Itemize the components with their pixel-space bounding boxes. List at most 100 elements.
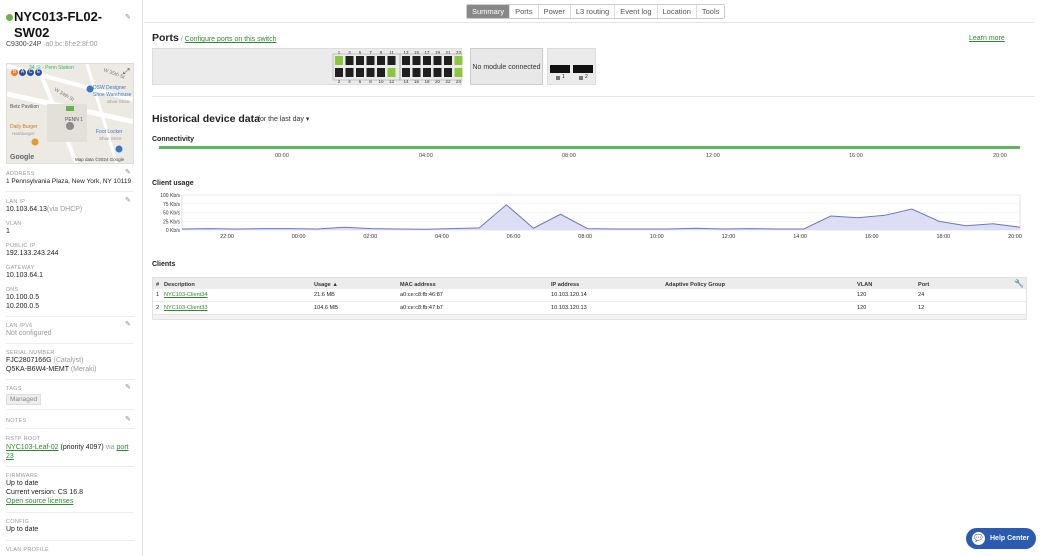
table-row[interactable]: 1 NYC103-Client34 21.6 MB a0:ce:c8:fb:46…	[153, 288, 1026, 301]
lan-ip-text: 10.103.64.13	[6, 206, 47, 213]
port-19	[433, 56, 442, 65]
cell-ip: 10.103.120.13	[551, 305, 587, 311]
rstp-port-number-link[interactable]: 23	[6, 453, 14, 460]
edit-address-icon[interactable]: ✎	[125, 168, 131, 176]
device-name: NYC013-FL02-SW02	[14, 9, 103, 40]
cell-vlan: 120	[857, 305, 867, 311]
help-center-button[interactable]: 💬 Help Center	[966, 528, 1036, 549]
map-label: DSW Designer	[93, 85, 127, 91]
y-tick-label: 50 Kb/s	[163, 211, 180, 217]
configure-ports-link[interactable]: Configure ports on this switch	[185, 36, 277, 43]
divider	[6, 191, 134, 192]
edit-notes-icon[interactable]: ✎	[125, 415, 131, 423]
axis-tick: 08:00	[562, 153, 576, 159]
map-label: PENN 1	[65, 117, 84, 123]
time-range-dropdown[interactable]: for the last day ▾	[258, 115, 309, 123]
x-tick-label: 16:00	[865, 234, 879, 240]
edit-name-icon[interactable]: ✎	[125, 13, 131, 21]
y-tick-label: 100 Kb/s	[160, 193, 180, 199]
port-18	[423, 68, 431, 77]
rstp-port-link[interactable]: port	[117, 444, 129, 451]
vlan-value: 1	[6, 228, 10, 235]
edit-lan-ip-icon[interactable]: ✎	[125, 196, 131, 204]
serial-2-text: Q5KA-B6W4-MEMT	[6, 366, 69, 373]
divider	[6, 379, 134, 380]
serial-1-note: (Catalyst)	[53, 357, 84, 364]
x-tick-label: 02:00	[363, 234, 377, 240]
edit-tags-icon[interactable]: ✎	[125, 383, 131, 391]
uplink-port-2	[573, 65, 593, 73]
lan-ip-note: (via DHCP)	[46, 206, 83, 213]
help-center-label: Help Center	[990, 535, 1030, 542]
ports-heading: Ports / Configure ports on this switch	[152, 32, 277, 44]
client-usage-chart: 100 Kb/s 75 Kb/s 50 Kb/s 25 Kb/s 0 Kb/s 22:00…	[160, 193, 1022, 240]
tab-l3-routing[interactable]: L3 routing	[570, 5, 616, 18]
penn-marker	[66, 122, 74, 130]
serial-1-text: FJC2807166G	[6, 357, 52, 364]
open-source-licenses-link[interactable]: Open source licenses	[6, 498, 73, 505]
axis-tick: 00:00	[275, 153, 289, 159]
cell-mac: a0:ce:c8:fb:47:b7	[400, 305, 443, 311]
uplink-num: 2	[585, 74, 588, 80]
rstp-value: NYC103-Leaf-02 (priority 4097) via port 2…	[6, 443, 134, 461]
lan-ipv6-value: Not configured	[6, 330, 52, 337]
section-divider	[152, 96, 1035, 97]
x-tick-label: 14:00	[793, 234, 807, 240]
dns-value-1: 10.100.0.5	[6, 294, 40, 301]
tag-badge[interactable]: Managed	[6, 394, 42, 405]
tab-tools[interactable]: Tools	[696, 5, 725, 18]
table-row[interactable]: 2 NYC103-Client33 104.6 MB a0:ce:c8:fb:4…	[153, 301, 1026, 314]
status-indicator	[6, 14, 13, 21]
public-ip-label: PUBLIC IP	[6, 243, 36, 249]
x-tick-label: 20:00	[1008, 234, 1022, 240]
tab-power[interactable]: Power	[538, 5, 571, 18]
transit-b-icon: B	[11, 69, 18, 76]
axis-tick: 16:00	[849, 153, 863, 159]
usage-area	[182, 204, 1020, 230]
port-15	[412, 56, 421, 65]
map-label: Betz Pavilion	[10, 104, 39, 110]
x-tick-label: 08:00	[578, 234, 592, 240]
tab-summary[interactable]: Summary	[467, 5, 511, 18]
divider	[6, 540, 134, 541]
port-21	[444, 56, 452, 65]
rstp-label: RSTP ROOT	[6, 436, 41, 442]
divider	[6, 466, 134, 467]
tab-event-log[interactable]: Event log	[615, 5, 658, 18]
cell-usage: 104.6 MB	[314, 305, 338, 311]
x-tick-label: 10:00	[650, 234, 664, 240]
port-4	[345, 68, 354, 77]
map-label: Foot Locker	[96, 129, 123, 135]
lan-ip-label: LAN IP	[6, 199, 26, 205]
x-tick-label: 18:00	[936, 234, 950, 240]
divider	[6, 428, 134, 429]
tab-location[interactable]: Location	[657, 5, 697, 18]
learn-more-link[interactable]: Learn more	[969, 35, 1005, 42]
tab-bar: Summary Ports Power L3 routing Event log…	[466, 4, 726, 19]
port-7	[366, 56, 375, 65]
lan-ipv6-label: LAN IPV6	[6, 323, 33, 329]
device-model: C9300-24P a0:bc:6f:e2:8f:00	[6, 41, 98, 48]
location-map[interactable]: B A C E 34 St - Penn Station W 35th St W…	[6, 63, 134, 164]
cell-client-link[interactable]: NYC103-Client33	[164, 302, 208, 315]
clients-table: # Description Usage ▲ MAC address IP add…	[152, 277, 1027, 320]
rstp-root-link[interactable]: NYC103-Leaf-02	[6, 444, 59, 451]
switch-faceplate: 1 2 3 4 5 6 7 8 9 10 11 12 13 14 15 16 17 18 19 20 21 22 23 24	[152, 48, 469, 85]
lan-ip-value: 10.103.64.13(via DHCP)	[6, 206, 82, 213]
map-attribution: Map data ©2024 Google	[75, 157, 125, 162]
port-11	[387, 56, 396, 65]
history-title: Historical device data	[152, 113, 260, 125]
tab-ports[interactable]: Ports	[510, 5, 539, 18]
uplink-port-1	[550, 65, 570, 73]
dns-value-2: 10.200.0.5	[6, 303, 40, 310]
x-tick-label: 04:00	[435, 234, 449, 240]
y-tick-label: 25 Kb/s	[163, 219, 180, 225]
port-6	[356, 68, 364, 77]
serial-label: SERIAL NUMBER	[6, 350, 55, 356]
no-module-box: No module connected	[470, 48, 543, 85]
tags-label: TAGS	[6, 386, 22, 392]
edit-ipv6-icon[interactable]: ✎	[125, 320, 131, 328]
expand-map-icon[interactable]: ⤢	[123, 67, 129, 77]
connectivity-axis: 00:00 04:00 08:00 12:00 16:00 20:00	[144, 153, 1043, 161]
port-1	[335, 56, 343, 65]
